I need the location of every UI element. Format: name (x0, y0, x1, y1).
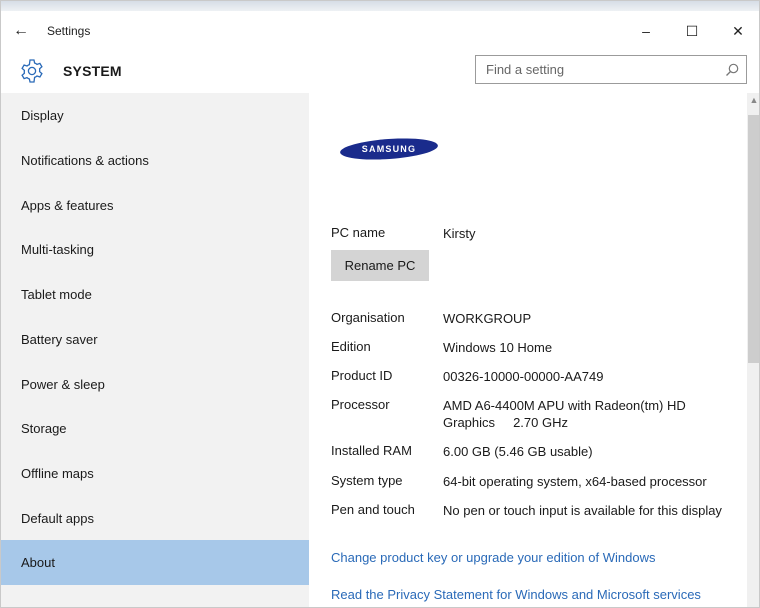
spec-label: Processor (331, 397, 390, 412)
samsung-logo: SAMSUNG (340, 138, 438, 160)
spec-value: 00326-10000-00000-AA749 (443, 369, 604, 384)
pc-name-label: PC name (331, 225, 386, 240)
privacy-statement-link[interactable]: Read the Privacy Statement for Windows a… (331, 587, 701, 602)
spec-value: WORKGROUP (443, 311, 532, 326)
sidebar-item-default-apps[interactable]: Default apps (1, 496, 309, 541)
sidebar-item-offline-maps[interactable]: Offline maps (1, 451, 309, 496)
gear-icon (21, 59, 43, 83)
settings-window: ← Settings – ☐ ✕ SYSTEM Display Notifica… (0, 0, 760, 608)
close-button[interactable]: ✕ (715, 13, 759, 49)
scroll-thumb[interactable] (748, 115, 759, 363)
page-title: SYSTEM (63, 63, 122, 79)
spec-label: Product ID (331, 368, 393, 383)
spec-label: Installed RAM (331, 443, 412, 458)
change-product-key-link[interactable]: Change product key or upgrade your editi… (331, 550, 655, 565)
spec-value: 64-bit operating system, x64-based proce… (443, 474, 707, 489)
spec-label: System type (331, 473, 403, 488)
search-icon[interactable] (724, 62, 740, 78)
minimize-button[interactable]: – (623, 13, 669, 49)
spec-label: Pen and touch (331, 502, 415, 517)
search-input[interactable] (476, 56, 706, 83)
spec-value: 6.00 GB (5.46 GB usable) (443, 444, 593, 459)
spec-value: Windows 10 Home (443, 340, 553, 355)
scroll-up-arrow-icon[interactable]: ▲ (749, 96, 759, 105)
sidebar-item-multitasking[interactable]: Multi-tasking (1, 227, 309, 272)
content-scrollbar[interactable]: ▲ (747, 93, 759, 607)
page-header: SYSTEM (1, 49, 759, 93)
sidebar-item-display[interactable]: Display (1, 93, 309, 138)
sidebar-item-tablet-mode[interactable]: Tablet mode (1, 272, 309, 317)
sidebar-item-about[interactable]: About (1, 540, 309, 585)
spec-label: Organisation (331, 310, 405, 325)
search-field[interactable] (475, 55, 747, 84)
title-bar: ← Settings – ☐ ✕ (1, 13, 759, 49)
about-panel: SAMSUNG PC name Kirsty Rename PC Organis… (309, 93, 747, 607)
spec-label: Edition (331, 339, 371, 354)
window-controls: – ☐ ✕ (623, 13, 759, 49)
maximize-button[interactable]: ☐ (669, 13, 715, 49)
back-button[interactable]: ← (1, 13, 41, 49)
svg-text:SAMSUNG: SAMSUNG (362, 144, 416, 154)
window-title: Settings (47, 24, 91, 38)
sidebar-item-battery-saver[interactable]: Battery saver (1, 317, 309, 362)
sidebar-item-apps[interactable]: Apps & features (1, 183, 309, 228)
spec-value: AMD A6-4400M APU with Radeon(tm) HD Grap… (443, 398, 690, 430)
rename-pc-button[interactable]: Rename PC (331, 250, 429, 281)
sidebar-item-storage[interactable]: Storage (1, 406, 309, 451)
pc-name-value: Kirsty (443, 226, 476, 241)
sidebar-item-notifications[interactable]: Notifications & actions (1, 138, 309, 183)
sidebar-item-power-sleep[interactable]: Power & sleep (1, 362, 309, 407)
spec-value: No pen or touch input is available for t… (443, 503, 722, 518)
sidebar-nav: Display Notifications & actions Apps & f… (1, 93, 309, 607)
